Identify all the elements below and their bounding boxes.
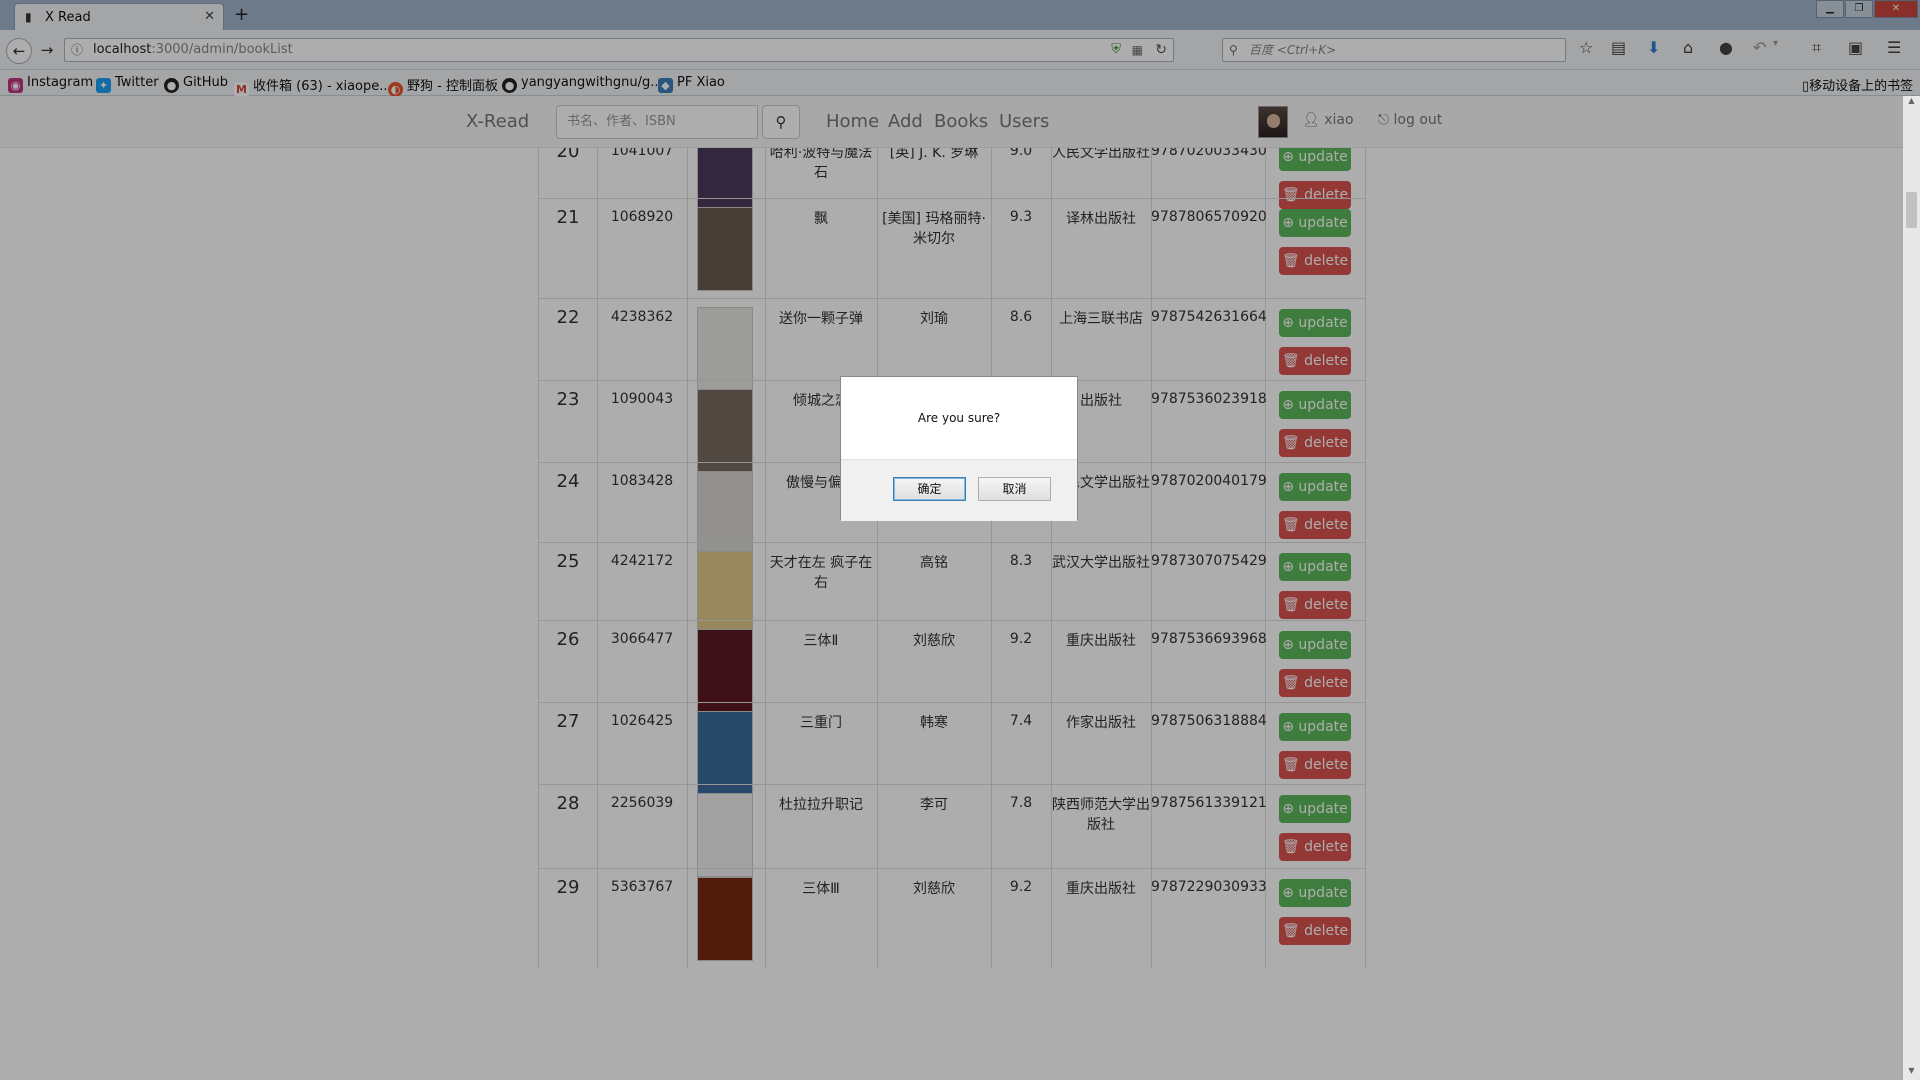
dialog-message: Are you sure? [917, 411, 1001, 425]
confirm-ok-button[interactable]: 确定 [893, 477, 966, 501]
scroll-thumb[interactable] [1906, 192, 1917, 228]
scroll-up-icon[interactable]: ▲ [1903, 96, 1920, 110]
dialog-footer: 确定 取消 [841, 459, 1077, 521]
modal-overlay [0, 0, 1920, 1080]
confirm-dialog: Are you sure? 确定 取消 [840, 376, 1078, 521]
scroll-down-icon[interactable]: ▼ [1903, 1066, 1920, 1080]
confirm-cancel-button[interactable]: 取消 [978, 477, 1051, 501]
page-scrollbar[interactable]: ▲ ▼ [1903, 96, 1920, 1080]
